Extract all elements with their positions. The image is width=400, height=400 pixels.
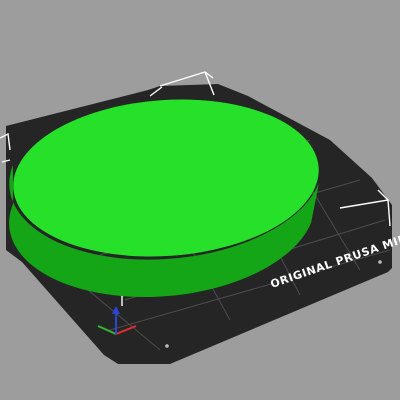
screw-hole <box>378 260 382 264</box>
3d-viewport[interactable]: ORIGINAL PRUSA MINI <box>0 0 400 400</box>
scene-canvas[interactable]: ORIGINAL PRUSA MINI <box>0 0 400 400</box>
screw-hole <box>165 344 169 348</box>
